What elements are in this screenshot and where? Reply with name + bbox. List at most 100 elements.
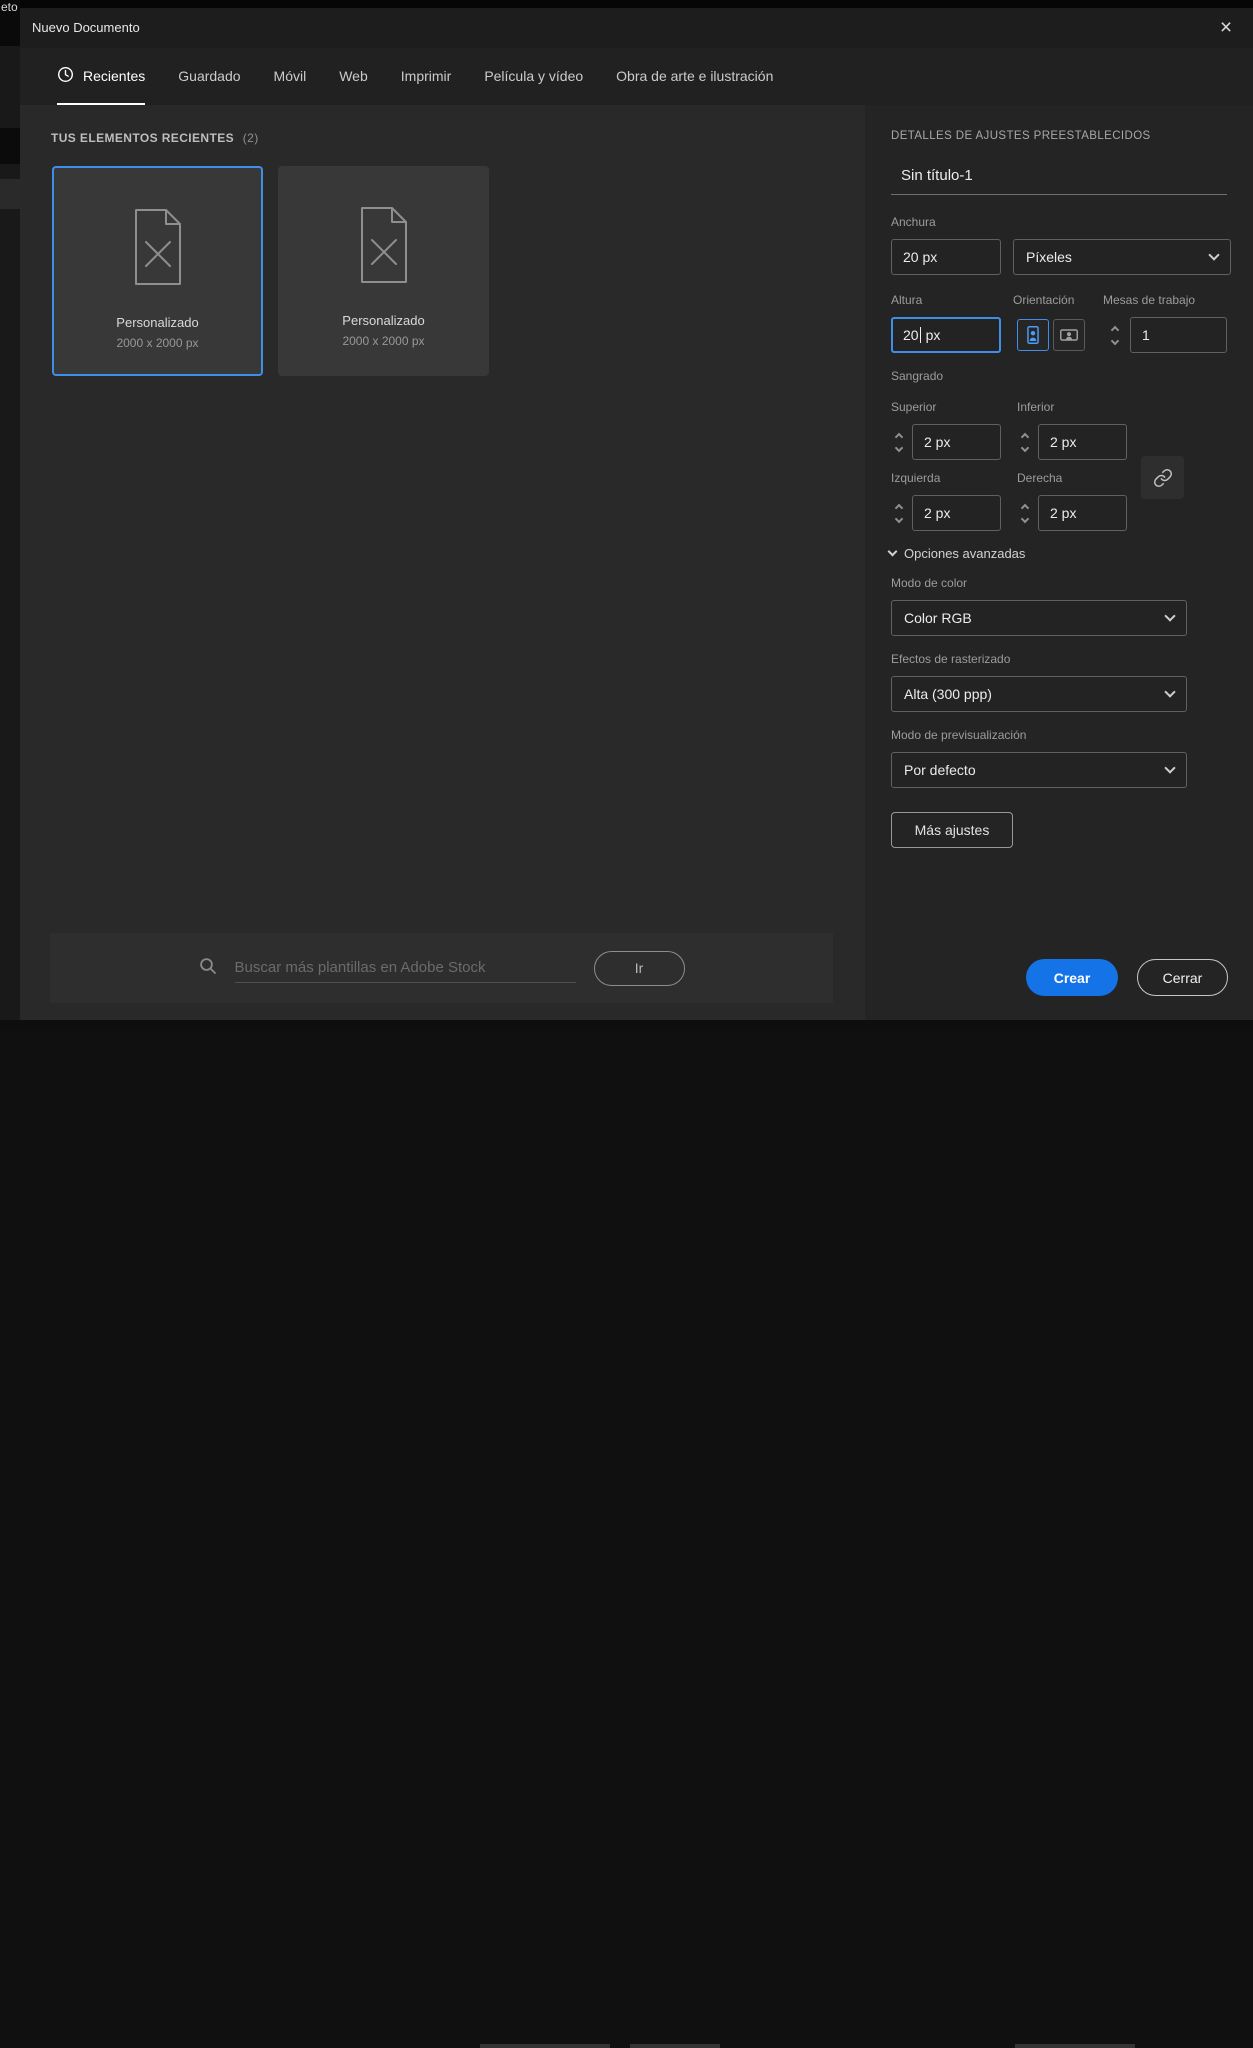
- preset-details-panel: DETALLES DE AJUSTES PREESTABLECIDOS Sin …: [865, 105, 1253, 1020]
- portrait-icon: [1027, 326, 1039, 344]
- tab-pelicula-video[interactable]: Película y vídeo: [484, 48, 583, 105]
- artboards-stepper[interactable]: [1108, 317, 1122, 353]
- raster-effects-label: Efectos de rasterizado: [891, 652, 1011, 666]
- tab-guardado[interactable]: Guardado: [178, 48, 240, 105]
- bleed-bottom-input[interactable]: 2 px: [1038, 424, 1127, 460]
- width-label: Anchura: [891, 215, 936, 229]
- dialog-title: Nuevo Documento: [32, 20, 140, 35]
- bleed-top-value: 2 px: [924, 434, 951, 450]
- bleed-right-stepper[interactable]: [1018, 495, 1032, 531]
- bleed-bottom-stepper[interactable]: [1018, 424, 1032, 460]
- chain-link-icon: [1153, 468, 1172, 487]
- orientation-portrait-button[interactable]: [1017, 319, 1049, 351]
- bleed-right-input[interactable]: 2 px: [1038, 495, 1127, 531]
- background-artifact: [480, 2044, 610, 2048]
- go-button[interactable]: Ir: [593, 950, 685, 986]
- bleed-left-input[interactable]: 2 px: [912, 495, 1001, 531]
- create-button[interactable]: Crear: [1026, 959, 1118, 996]
- preset-size: 2000 x 2000 px: [116, 336, 199, 350]
- chevron-down-icon: [1164, 610, 1176, 622]
- background-app-left-strip: [0, 0, 20, 1031]
- color-mode-select[interactable]: Color RGB: [891, 600, 1187, 636]
- orientation-label: Orientación: [1013, 293, 1075, 307]
- chevron-up-icon: [894, 432, 904, 441]
- width-input[interactable]: 20 px: [891, 239, 1001, 275]
- category-tabbar: Recientes Guardado Móvil Web Imprimir Pe…: [20, 48, 1253, 105]
- background-app-top-strip: [0, 0, 1253, 8]
- clock-icon: [57, 66, 74, 86]
- raster-effects-select[interactable]: Alta (300 ppp): [891, 676, 1187, 712]
- tab-label: Película y vídeo: [484, 67, 584, 84]
- cerrar-button[interactable]: Cerrar: [1137, 959, 1228, 996]
- orientation-landscape-button[interactable]: [1053, 319, 1085, 351]
- tab-imprimir[interactable]: Imprimir: [401, 48, 452, 105]
- chevron-up-icon: [1020, 432, 1030, 441]
- dialog-titlebar: Nuevo Documento ×: [20, 8, 1253, 48]
- recent-preset-card[interactable]: Personalizado 2000 x 2000 px: [278, 166, 489, 376]
- text-cursor: [919, 327, 921, 343]
- stock-search-input[interactable]: [234, 953, 576, 983]
- preview-mode-select[interactable]: Por defecto: [891, 752, 1187, 788]
- tab-recientes[interactable]: Recientes: [57, 48, 146, 105]
- chevron-down-icon: [1208, 249, 1220, 261]
- bleed-left-stepper[interactable]: [892, 495, 906, 531]
- search-icon: [199, 957, 217, 980]
- chevron-down-icon: [1164, 762, 1176, 774]
- recent-items-heading: TUS ELEMENTOS RECIENTES (2): [51, 131, 259, 145]
- units-value: Píxeles: [1026, 249, 1072, 265]
- bleed-left-label: Izquierda: [891, 471, 941, 485]
- tab-web[interactable]: Web: [339, 48, 368, 105]
- more-settings-button[interactable]: Más ajustes: [891, 812, 1013, 848]
- chevron-down-icon: [1020, 443, 1030, 452]
- tab-obra-de-arte[interactable]: Obra de arte e ilustración: [616, 48, 773, 105]
- height-value: 20: [903, 327, 919, 343]
- tab-label: Obra de arte e ilustración: [616, 67, 774, 84]
- bleed-label: Sangrado: [891, 369, 944, 383]
- bleed-top-input[interactable]: 2 px: [912, 424, 1001, 460]
- height-label: Altura: [891, 293, 923, 307]
- tab-label: Imprimir: [400, 67, 452, 84]
- document-template-icon: [119, 204, 197, 295]
- tab-label: Guardado: [178, 67, 241, 84]
- background-app-bottom-strip: [0, 1020, 1253, 2048]
- chevron-down-icon: [887, 546, 898, 557]
- background-block: [0, 179, 20, 209]
- bleed-bottom-label: Inferior: [1017, 400, 1055, 414]
- bleed-top-stepper[interactable]: [892, 424, 906, 460]
- advanced-options-toggle[interactable]: Opciones avanzadas: [887, 546, 1026, 561]
- chevron-down-icon: [1110, 336, 1120, 345]
- raster-effects-value: Alta (300 ppp): [904, 686, 992, 702]
- preview-mode-value: Por defecto: [904, 762, 976, 778]
- new-document-dialog: Nuevo Documento × Recientes Guardado Móv…: [20, 8, 1253, 1020]
- recent-count: (2): [242, 131, 259, 145]
- tab-label: Recientes: [83, 67, 146, 84]
- chevron-down-icon: [894, 443, 904, 452]
- chevron-down-icon: [894, 514, 904, 523]
- chevron-up-icon: [894, 503, 904, 512]
- color-mode-value: Color RGB: [904, 610, 972, 626]
- recent-preset-card[interactable]: Personalizado 2000 x 2000 px: [52, 166, 263, 376]
- units-select[interactable]: Píxeles: [1013, 239, 1231, 275]
- tab-label: Web: [339, 67, 368, 84]
- background-window-text: eto: [1, 0, 18, 14]
- artboards-input[interactable]: 1: [1130, 317, 1227, 353]
- close-icon[interactable]: ×: [1207, 8, 1245, 48]
- bleed-bottom-value: 2 px: [1050, 434, 1077, 450]
- document-name-field[interactable]: Sin título-1: [891, 157, 1227, 195]
- chevron-down-icon: [1164, 686, 1176, 698]
- artboards-value: 1: [1142, 327, 1150, 343]
- recent-items-area: TUS ELEMENTOS RECIENTES (2) Personalizad…: [20, 105, 865, 1020]
- bleed-left-value: 2 px: [924, 505, 951, 521]
- link-bleed-values-button[interactable]: [1141, 456, 1184, 499]
- tab-movil[interactable]: Móvil: [274, 48, 307, 105]
- panel-heading: DETALLES DE AJUSTES PREESTABLECIDOS: [891, 130, 1151, 142]
- advanced-options-label: Opciones avanzadas: [904, 546, 1026, 561]
- document-template-icon: [345, 202, 423, 293]
- bleed-right-label: Derecha: [1017, 471, 1063, 485]
- adobe-stock-search-bar: Ir: [50, 933, 833, 1003]
- color-mode-label: Modo de color: [891, 576, 968, 590]
- height-input[interactable]: 20 px: [891, 317, 1001, 353]
- tab-label: Móvil: [273, 67, 307, 84]
- artboards-label: Mesas de trabajo: [1103, 293, 1196, 307]
- landscape-icon: [1060, 329, 1078, 341]
